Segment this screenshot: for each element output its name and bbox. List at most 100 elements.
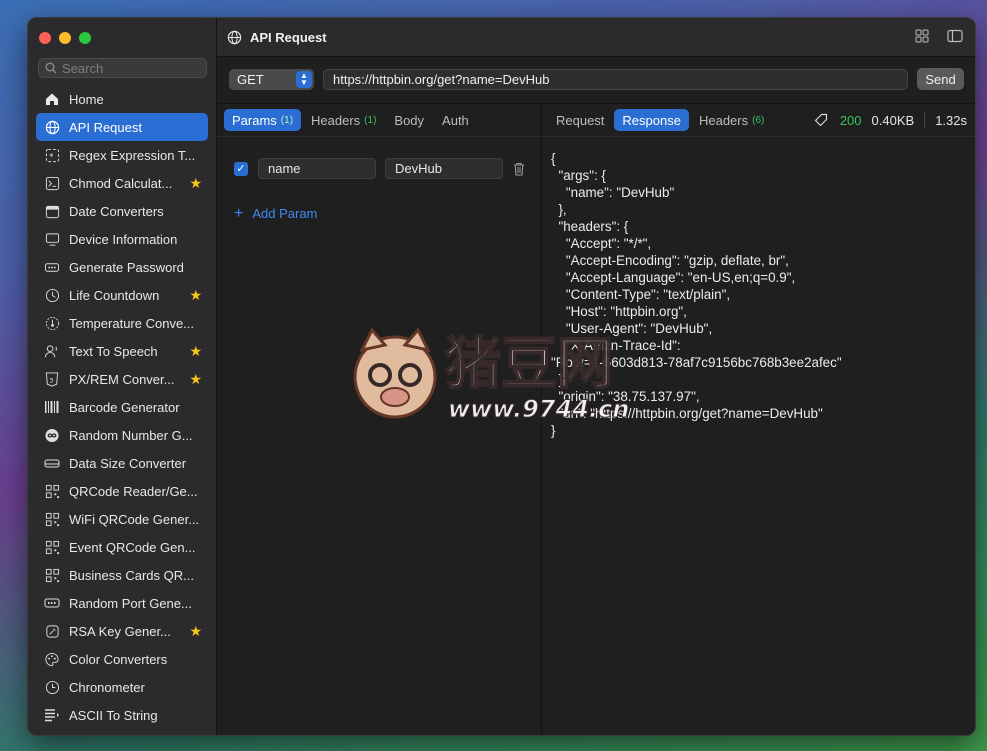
sidebar-item-device-information[interactable]: Device Information [36,225,208,253]
url-input[interactable]: https://httpbin.org/get?name=DevHub [323,69,908,90]
sidebar-item-regex-expression-t[interactable]: * Regex Expression T... [36,141,208,169]
sidebar-item-label: Life Countdown [69,287,160,303]
monitor-icon [43,230,61,248]
barcode-icon [43,398,61,416]
search-icon [45,62,57,74]
sidebar-nav: Home API Request * Regex Expression T... Chm… [36,85,208,729]
home-icon [43,90,61,108]
sidebar-item-label: ASCII To String [69,707,158,723]
grid-view-icon[interactable] [915,29,929,43]
sidebar-item-ascii-to-string[interactable]: ASCII To String [36,701,208,729]
tab-auth-label: Auth [442,112,469,128]
countdown-icon [43,286,61,304]
titlebar-actions [915,29,963,43]
sidebar-item-generate-password[interactable]: Generate Password [36,253,208,281]
sidebar-item-barcode-generator[interactable]: Barcode Generator [36,393,208,421]
tab-headers[interactable]: Headers (1) [303,109,384,131]
tag-icon[interactable] [814,113,828,127]
palette-icon [43,650,61,668]
tab-headers-count: (1) [364,114,377,126]
globe-icon [227,30,242,44]
sidebar-item-label: QRCode Reader/Ge... [69,483,198,499]
sidebar-item-chmod-calculat[interactable]: Chmod Calculat... ★ [36,169,208,197]
traffic-lights [39,32,91,44]
sidebar-item-text-to-speech[interactable]: Text To Speech ★ [36,337,208,365]
sidebar-item-rsa-key-gener[interactable]: RSA Key Gener... ★ [36,617,208,645]
sidebar-item-label: Temperature Conve... [69,315,195,331]
sidebar-item-label: Barcode Generator [69,399,180,415]
watermark-url: www.9744.cn [448,395,629,423]
star-icon[interactable]: ★ [189,287,202,304]
search-field[interactable] [38,58,207,78]
sidebar-item-temperature-conve[interactable]: Temperature Conve... [36,309,208,337]
tab-response[interactable]: Response [614,109,689,131]
sidebar-item-random-port-gene[interactable]: Random Port Gene... [36,589,208,617]
trash-icon[interactable] [513,162,525,176]
star-icon[interactable]: ★ [189,175,202,192]
sidebar-toggle-icon[interactable] [947,29,963,43]
sidebar-item-color-converters[interactable]: Color Converters [36,645,208,673]
param-value-field[interactable]: DevHub [385,158,503,179]
add-param-button[interactable]: + Add Param [234,204,318,222]
tab-params-label: Params [232,112,277,128]
password-icon [43,258,61,276]
key-icon [43,622,61,640]
status-code: 200 [839,112,862,128]
sidebar-item-data-size-converter[interactable]: Data Size Converter [36,449,208,477]
sidebar-item-api-request[interactable]: API Request [36,113,208,141]
tab-request-label: Request [556,112,605,128]
param-enabled-checkbox[interactable]: ✓ [234,161,248,176]
sidebar-item-label: Business Cards QR... [69,567,194,583]
sidebar-item-label: Random Number G... [69,427,193,443]
sidebar-item-life-countdown[interactable]: Life Countdown ★ [36,281,208,309]
add-param-label: Add Param [252,206,318,221]
divider [542,136,975,137]
sidebar-item-chronometer[interactable]: Chronometer [36,673,208,701]
terminal-icon [43,174,61,192]
tab-auth[interactable]: Auth [434,109,477,131]
titlebar: API Request [217,18,975,57]
sidebar-item-label: Home [69,91,104,107]
sidebar-item-qrcode-reader-ge[interactable]: QRCode Reader/Ge... [36,477,208,505]
star-icon[interactable]: ★ [189,623,202,640]
tab-body[interactable]: Body [386,109,432,131]
divider [217,136,541,137]
tab-response-headers[interactable]: Headers (6) [691,109,772,131]
sidebar-item-label: Text To Speech [69,343,158,359]
send-button[interactable]: Send [917,68,964,90]
star-icon[interactable]: ★ [189,343,202,360]
plus-icon: + [234,204,244,222]
sidebar-item-business-cards-qr[interactable]: Business Cards QR... [36,561,208,589]
sidebar-item-date-converters[interactable]: Date Converters [36,197,208,225]
sidebar-item-px-rem-conver[interactable]: 3 PX/REM Conver... ★ [36,365,208,393]
param-key-field[interactable]: name [258,158,376,179]
select-stepper-icon: ▲ ▼ [296,71,312,88]
response-tabs: Request Response Headers (6) [548,109,772,131]
speech-icon [43,342,61,360]
sidebar-item-event-qrcode-gen[interactable]: Event QRCode Gen... [36,533,208,561]
response-time: 1.32s [935,112,967,128]
method-select[interactable]: GET ▲ ▼ [229,69,314,90]
tab-request[interactable]: Request [548,109,612,131]
star-icon[interactable]: ★ [189,371,202,388]
clock-icon [43,678,61,696]
minimize-window-button[interactable] [59,32,71,44]
zoom-window-button[interactable] [79,32,91,44]
sidebar-item-label: PX/REM Conver... [69,371,175,387]
disk-icon [43,454,61,472]
sidebar-item-wifi-qrcode-gener[interactable]: WiFi QRCode Gener... [36,505,208,533]
sidebar-item-label: Date Converters [69,203,164,219]
sidebar-item-label: Device Information [69,231,178,247]
sidebar-item-random-number-g[interactable]: Random Number G... [36,421,208,449]
response-size: 0.40KB [871,112,915,128]
sidebar-item-home[interactable]: Home [36,85,208,113]
method-value: GET [237,72,264,87]
tab-params[interactable]: Params (1) [224,109,302,131]
port-icon [43,594,61,612]
search-input[interactable] [62,60,202,76]
sidebar-item-label: Generate Password [69,259,184,275]
css-icon: 3 [43,370,61,388]
close-window-button[interactable] [39,32,51,44]
sidebar-item-label: Regex Expression T... [69,147,196,163]
tab-response-headers-label: Headers [698,112,749,128]
